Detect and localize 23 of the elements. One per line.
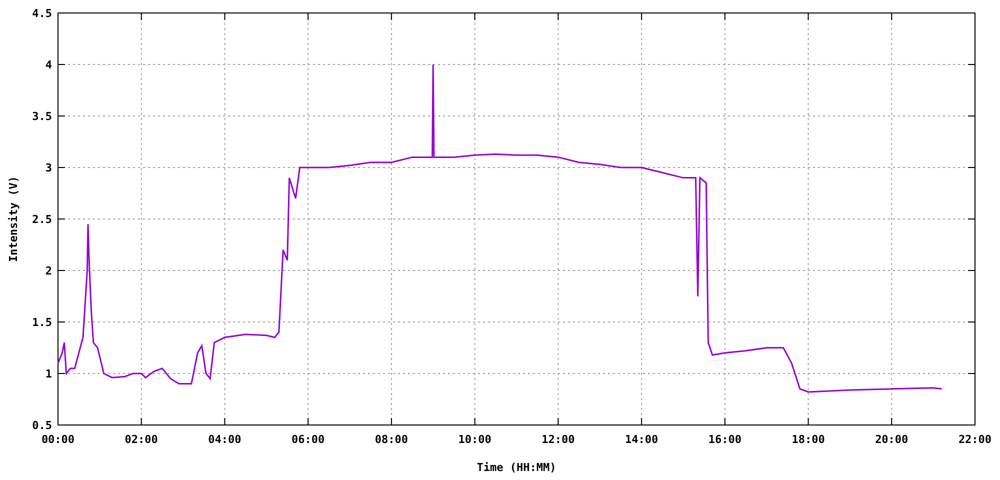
x-tick-label: 00:00 xyxy=(41,433,75,446)
x-axis-title: Time (HH:MM) xyxy=(476,461,556,474)
y-axis-title: Intensity (V) xyxy=(7,176,20,262)
y-tick-label: 1 xyxy=(45,368,52,380)
x-tick-label: 14:00 xyxy=(624,433,658,446)
y-tick-label: 3.5 xyxy=(32,110,52,123)
x-tick-label: 06:00 xyxy=(292,433,325,446)
x-tick-label: 02:00 xyxy=(124,433,158,446)
y-tick-label: 2 xyxy=(45,264,52,278)
x-tick-label: 20:00 xyxy=(875,433,908,446)
x-tick-label: 08:00 xyxy=(374,433,408,446)
x-tick-label: 12:00 xyxy=(542,433,575,446)
x-tick-label: 16:00 xyxy=(708,433,742,446)
x-tick-label: 10:00 xyxy=(458,433,492,446)
x-tick-label: 18:00 xyxy=(792,433,825,446)
x-tick-label: 22:00 xyxy=(958,433,992,446)
y-tick-label: 0.5 xyxy=(32,419,52,432)
y-tick-label: 4 xyxy=(45,58,52,72)
y-tick-label: 4.5 xyxy=(32,7,52,20)
y-tick-label: 3 xyxy=(45,162,52,174)
y-tick-label: 2.5 xyxy=(32,213,52,226)
x-tick-label: 04:00 xyxy=(208,433,242,446)
y-tick-label: 1.5 xyxy=(32,316,52,329)
